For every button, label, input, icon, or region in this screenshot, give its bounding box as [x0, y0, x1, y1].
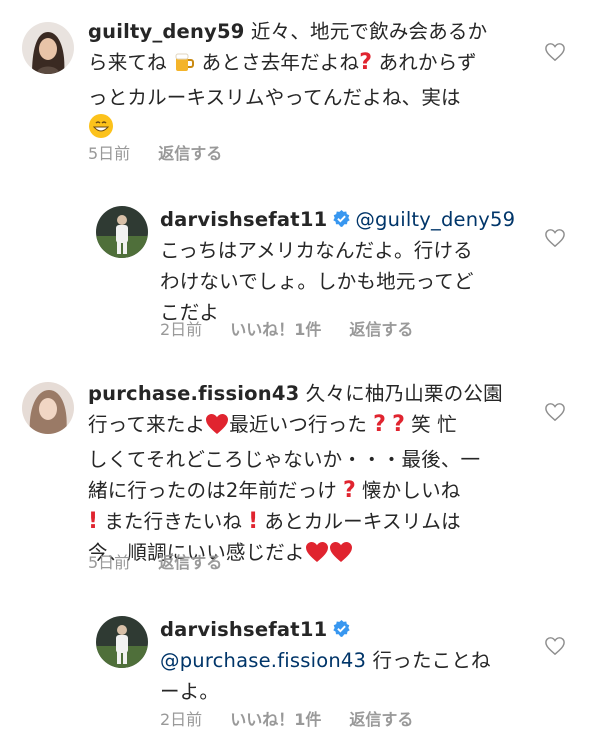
comment-text-line: 最近いつ行った [229, 413, 368, 436]
red-exclamation-mark-icon: ! [248, 509, 259, 534]
red-heart-icon [329, 541, 353, 572]
comment-text-line: っとカルーキスリムやってんだよね、実は [88, 86, 461, 109]
reply-button[interactable]: 返信する [158, 140, 222, 164]
mention-link[interactable]: @purchase.fission43 [160, 649, 366, 672]
mention-link[interactable]: @guilty_deny59 [355, 208, 515, 231]
comment-username[interactable]: purchase.fission43 [88, 382, 299, 405]
comment-text-line: 久々に柚乃山栗の公園 [299, 382, 503, 405]
red-heart-icon [205, 413, 229, 444]
red-heart-icon [305, 541, 329, 572]
comment-text: darvishsefat11 @purchase.fission43 行ったこと… [160, 614, 540, 707]
comment-time: 5日前 [88, 144, 131, 163]
red-question-mark-icon: ? [359, 50, 373, 75]
comment-text-line: しくてそれどころじゃないか・・・最後、一 [88, 448, 481, 471]
heart-outline-icon[interactable] [544, 42, 566, 62]
comment-item: guilty_deny59 近々、地元で飲み会あるか ら来てね あとさ去年だよね… [0, 0, 600, 175]
comment-time: 2日前 [160, 710, 203, 729]
comment-meta: 2日前 いいね！1件 返信する [160, 316, 441, 340]
comment-text-line: あとさ去年だよね [201, 51, 360, 74]
comment-text-line: 緒に行ったのは2年前だっけ [88, 479, 338, 502]
heart-outline-icon[interactable] [544, 402, 566, 422]
likes-count-link[interactable]: いいね！1件 [230, 706, 321, 730]
comment-time: 5日前 [88, 553, 131, 572]
comment-text-line: 笑 忙 [411, 413, 457, 436]
avatar[interactable] [96, 616, 148, 668]
beer-mug-icon [173, 51, 195, 82]
comment-text-line: 行って来たよ [88, 413, 206, 436]
comment-text: darvishsefat11 @guilty_deny59 こっちはアメリカなんだ… [160, 204, 540, 328]
verified-badge-icon [333, 209, 351, 227]
heart-outline-icon[interactable] [544, 228, 566, 248]
comment-text-line: わけないでしょ。しかも地元ってど [160, 270, 474, 293]
comment-username[interactable]: darvishsefat11 [160, 208, 327, 231]
comment-text-line: 近々、地元で飲み会あるか [244, 20, 488, 43]
comment-meta: 5日前 返信する [88, 549, 250, 573]
heart-outline-icon[interactable] [544, 636, 566, 656]
comment-text: guilty_deny59 近々、地元で飲み会あるか ら来てね あとさ去年だよね… [88, 16, 538, 148]
avatar[interactable] [22, 382, 74, 434]
comment-text: purchase.fission43 久々に柚乃山栗の公園 行って来たよ 最近いつ… [88, 378, 538, 572]
comment-time: 2日前 [160, 320, 203, 339]
reply-button[interactable]: 返信する [158, 549, 222, 573]
likes-count-link[interactable]: いいね！1件 [230, 316, 321, 340]
verified-badge-icon [333, 619, 351, 637]
comment-text-line: あとカルーキスリムは [264, 510, 461, 533]
comment-item: purchase.fission43 久々に柚乃山栗の公園 行って来たよ 最近いつ… [0, 368, 600, 578]
comment-text-line: 懐かしいね [361, 479, 461, 502]
comment-text-line: 行ったことね [366, 649, 491, 672]
comment-text-line: あれからず [378, 51, 477, 74]
red-question-mark-icon: ? [373, 412, 387, 437]
avatar[interactable] [22, 22, 74, 74]
reply-button[interactable]: 返信する [349, 316, 413, 340]
red-exclamation-mark-icon: ! [88, 509, 99, 534]
comment-text-line: こっちはアメリカなんだよ。行ける [160, 239, 473, 262]
comment-username[interactable]: guilty_deny59 [88, 20, 245, 43]
comment-meta: 5日前 返信する [88, 140, 250, 164]
comment-username[interactable]: darvishsefat11 [160, 618, 327, 641]
red-question-mark-icon: ? [392, 412, 406, 437]
comment-reply-item: darvishsefat11 @purchase.fission43 行ったこと… [0, 600, 600, 749]
avatar[interactable] [96, 206, 148, 258]
red-question-mark-icon: ? [343, 478, 356, 503]
comment-text-line: ーよ。 [160, 680, 220, 703]
comment-text-line: また行きたいね [104, 510, 243, 533]
reply-button[interactable]: 返信する [349, 706, 413, 730]
comment-text-line: ら来てね [88, 51, 167, 74]
comment-reply-item: darvishsefat11 @guilty_deny59 こっちはアメリカなんだ… [0, 190, 600, 350]
comment-meta: 2日前 いいね！1件 返信する [160, 706, 441, 730]
